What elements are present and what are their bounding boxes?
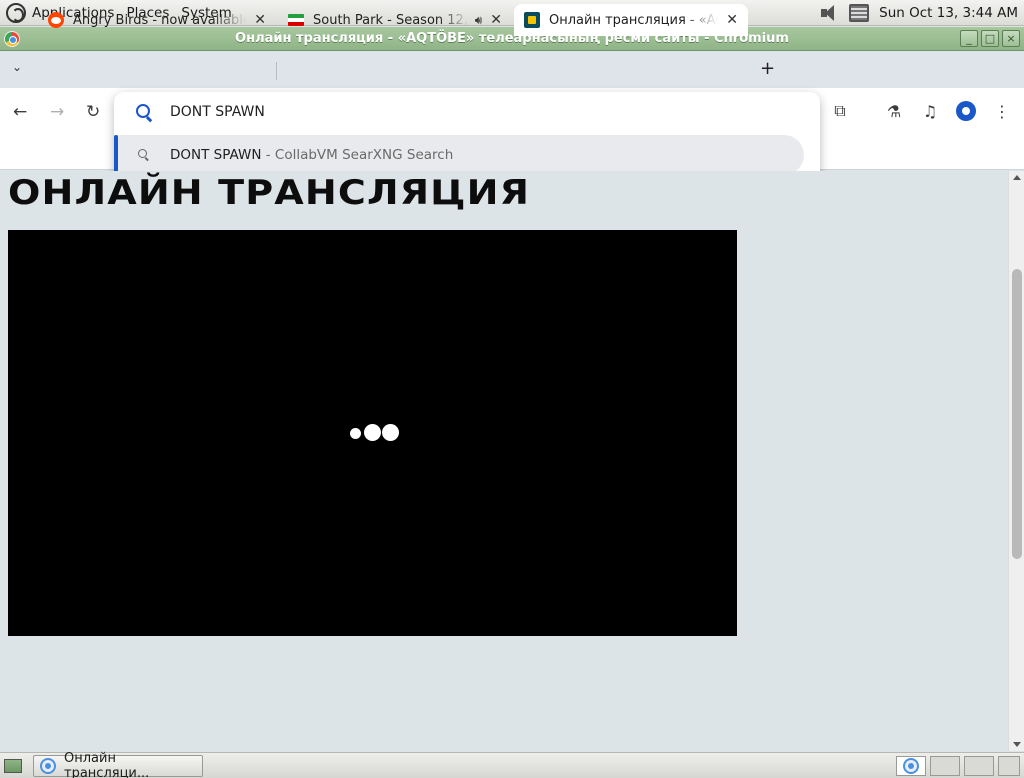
tab-strip <box>0 52 1024 88</box>
suggestion-text: DONT SPAWN - CollabVM SearXNG Search <box>170 147 453 163</box>
forward-arrow-icon[interactable]: → <box>50 102 64 122</box>
maximize-button[interactable]: □ <box>981 30 999 47</box>
aqtobe-icon <box>524 12 540 28</box>
workspace-1[interactable] <box>896 756 926 776</box>
search-icon <box>136 104 150 118</box>
tab-close-icon[interactable]: ✕ <box>726 12 738 28</box>
flag-icon <box>288 14 304 26</box>
reddit-icon <box>48 12 64 28</box>
kebab-menu-icon[interactable]: ⋮ <box>992 101 1012 121</box>
omnibox-suggestion[interactable]: DONT SPAWN - CollabVM SearXNG Search <box>114 135 804 175</box>
scroll-up-arrow-icon[interactable] <box>1013 175 1021 180</box>
back-arrow-icon[interactable]: ← <box>13 102 27 122</box>
suggestion-source: - CollabVM SearXNG Search <box>261 147 454 163</box>
chromium-icon <box>903 758 919 774</box>
tab-south-park[interactable]: South Park - Season 12, E 🔊︎ ✕ <box>278 4 512 36</box>
loading-dot <box>382 424 399 441</box>
profile-avatar-icon[interactable] <box>956 101 976 121</box>
tab-close-icon[interactable]: ✕ <box>254 12 266 28</box>
video-player[interactable] <box>8 230 737 636</box>
suggestion-search-icon <box>138 149 147 158</box>
reload-icon[interactable]: ↻ <box>86 102 100 122</box>
address-input[interactable]: DONT SPAWN <box>170 104 265 120</box>
page-scrollbar[interactable] <box>1008 171 1024 751</box>
page-heading: ОНЛАЙН ТРАНСЛЯЦИЯ <box>8 173 531 213</box>
tab-search-chevron-icon[interactable]: ⌄ <box>12 60 22 74</box>
bottom-panel: Онлайн трансляци... <box>0 751 1024 778</box>
chromium-icon[interactable] <box>4 31 20 47</box>
extensions-puzzle-icon[interactable]: ⧉ <box>830 101 850 121</box>
page-content: ОНЛАЙН ТРАНСЛЯЦИЯ <box>0 171 1008 751</box>
task-label: Онлайн трансляци... <box>64 751 150 778</box>
minimize-button[interactable]: _ <box>960 30 978 47</box>
audio-playing-icon[interactable]: 🔊︎ <box>475 13 483 28</box>
tab-label: South Park - Season 12, E <box>313 12 469 28</box>
selection-indicator <box>114 135 118 175</box>
close-window-button[interactable]: × <box>1002 30 1020 47</box>
new-tab-plus-icon[interactable]: + <box>760 58 775 79</box>
tab-separator <box>276 62 277 80</box>
workspace-2[interactable] <box>930 756 960 776</box>
scroll-down-arrow-icon[interactable] <box>1013 742 1021 747</box>
taskbar-window-button[interactable]: Онлайн трансляци... <box>33 751 203 778</box>
volume-icon[interactable] <box>819 4 839 22</box>
tab-close-icon[interactable]: ✕ <box>490 12 502 28</box>
network-icon[interactable] <box>849 3 870 22</box>
tab-label: Angry Birds - now available f <box>73 12 247 28</box>
media-controls-icon[interactable]: ♫ <box>920 101 940 121</box>
tab-angry-birds[interactable]: Angry Birds - now available f ✕ <box>38 4 276 36</box>
suggestion-query: DONT SPAWN <box>170 147 262 163</box>
scroll-thumb[interactable] <box>1012 269 1022 559</box>
workspace-3[interactable] <box>964 756 994 776</box>
tab-label: Онлайн трансляция - «AQTÖ <box>549 12 718 28</box>
show-desktop-icon[interactable] <box>4 759 22 773</box>
loading-dot <box>350 428 361 439</box>
gnome-foot-icon[interactable] <box>6 2 26 23</box>
tab-aqtobe[interactable]: Онлайн трансляция - «AQTÖ ✕ <box>514 4 748 36</box>
clock[interactable]: Sun Oct 13, 3:44 AM <box>879 5 1018 21</box>
chromium-icon <box>40 758 56 774</box>
labs-flask-icon[interactable]: ⚗ <box>884 101 904 121</box>
workspace-4[interactable] <box>998 756 1020 776</box>
loading-dot <box>364 424 381 441</box>
omnibox-dropdown[interactable]: DONT SPAWN DONT SPAWN - CollabVM SearXNG… <box>114 92 820 182</box>
